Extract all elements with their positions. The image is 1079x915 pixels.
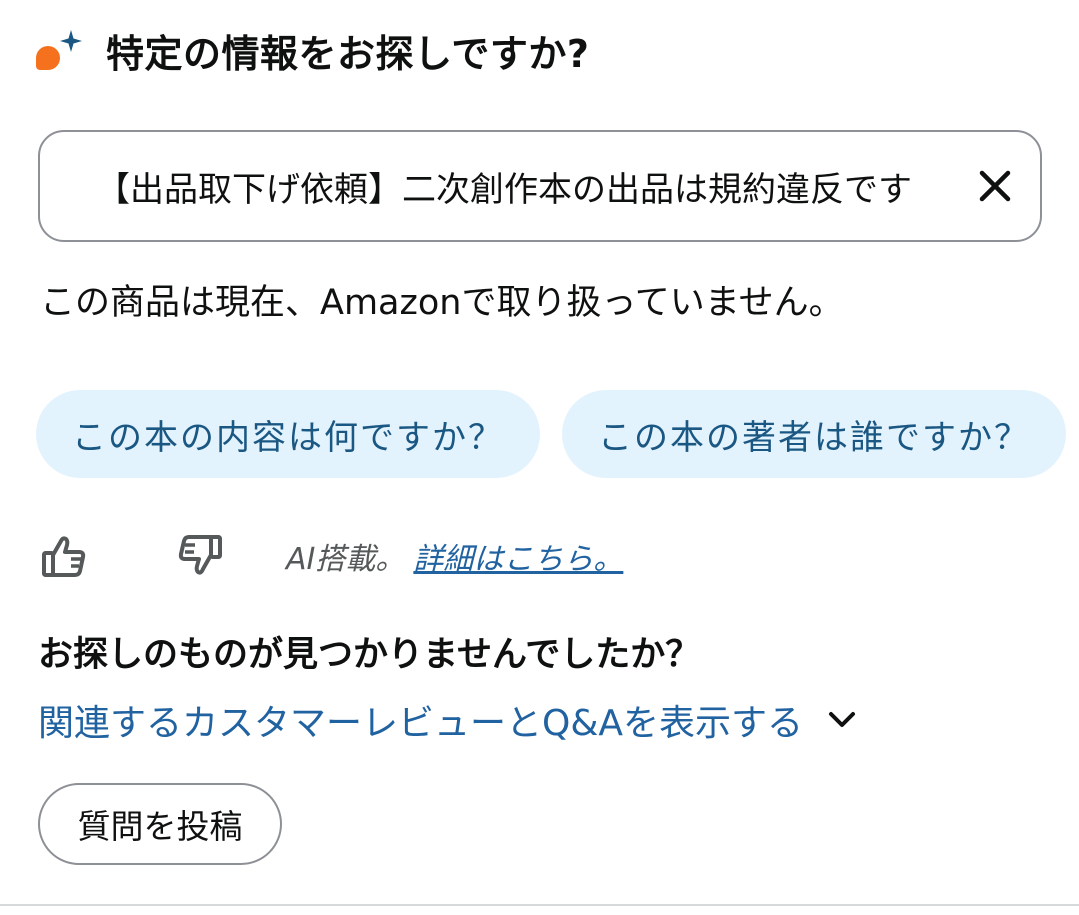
suggestion-chip[interactable]: この本の内容は何ですか？ xyxy=(36,390,540,478)
question-input-value[interactable]: 【出品取下げ依頼】二次創作本の出品は規約違反です xyxy=(40,162,950,211)
thumbs-down-icon xyxy=(178,535,222,575)
post-question-button[interactable]: 質問を投稿 xyxy=(38,783,282,865)
details-link[interactable]: 詳細はこちら。 xyxy=(413,534,623,578)
divider xyxy=(0,904,1079,906)
header: 特定の情報をお探しですか? xyxy=(36,20,589,80)
question-input[interactable]: 【出品取下げ依頼】二次創作本の出品は規約違反です xyxy=(38,130,1042,242)
related-link-label: 関連するカスタマーレビューとQ&Aを表示する xyxy=(38,703,804,744)
thumbs-up-icon xyxy=(42,536,86,577)
answer-text: この商品は現在、Amazonで取り扱っていません。 xyxy=(40,283,844,323)
rufus-spark-icon xyxy=(36,28,84,72)
suggestion-chips: この本の内容は何ですか？ この本の著者は誰ですか？ xyxy=(36,390,1079,478)
thumbs-up-button[interactable] xyxy=(40,532,88,580)
clear-button[interactable] xyxy=(950,132,1040,240)
ai-powered-note: AI搭載。 xyxy=(286,542,406,577)
show-related-reviews-link[interactable]: 関連するカスタマーレビューとQ&Aを表示する xyxy=(38,692,859,748)
close-icon xyxy=(979,170,1011,202)
rufus-panel: 特定の情報をお探しですか? 【出品取下げ依頼】二次創作本の出品は規約違反です こ… xyxy=(0,0,1079,915)
chevron-down-icon xyxy=(829,712,856,727)
suggestion-chip[interactable]: この本の著者は誰ですか？ xyxy=(562,390,1066,478)
feedback-row: AI搭載。 詳細はこちら。 xyxy=(40,528,623,584)
thumbs-down-button[interactable] xyxy=(176,532,224,580)
page-title: 特定の情報をお探しですか? xyxy=(106,31,590,76)
not-found-heading: お探しのものが見つかりませんでしたか？ xyxy=(38,635,701,675)
